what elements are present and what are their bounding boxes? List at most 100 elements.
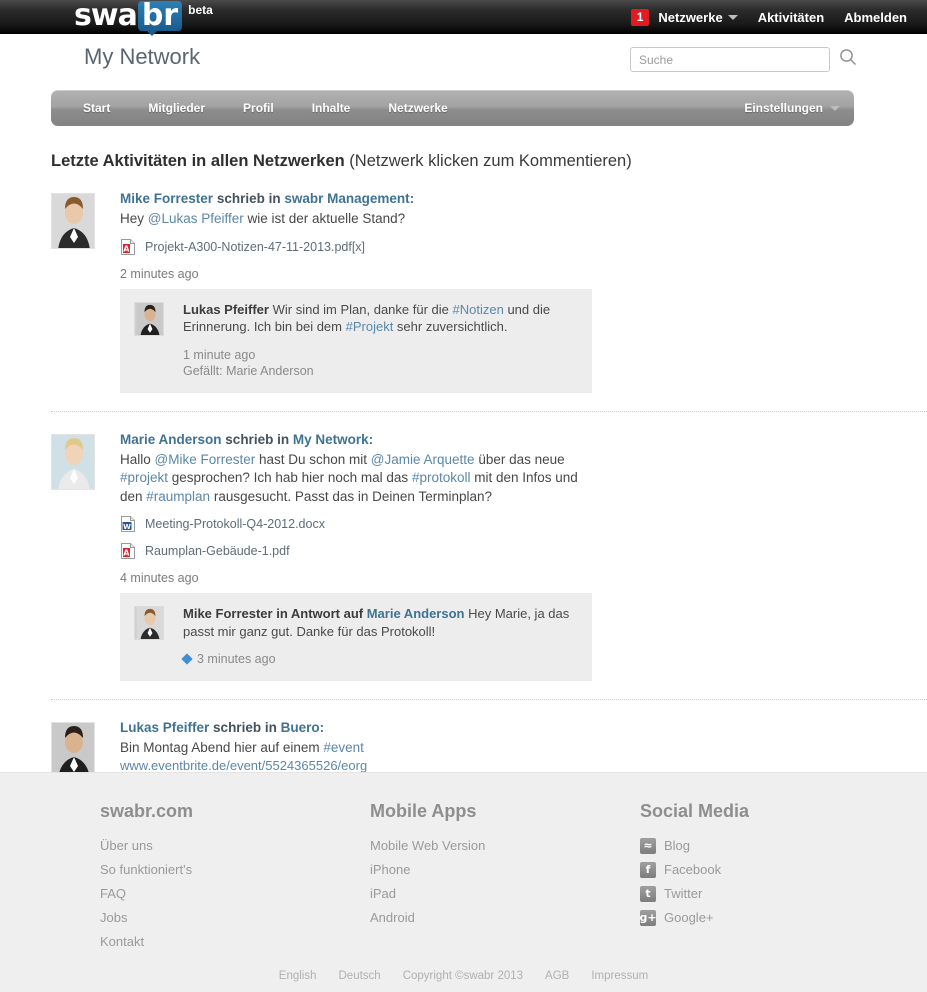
attachment-row[interactable]: W Meeting-Protokoll-Q4-2012.docx (120, 515, 917, 533)
mention-link[interactable]: @Jamie Arquette (371, 452, 475, 467)
topnav-item-abmelden[interactable]: Abmelden (844, 10, 907, 25)
topnav-item-netzwerke[interactable]: Netzwerke (658, 9, 738, 25)
comment-author[interactable]: Lukas Pfeiffer (183, 302, 269, 317)
feed-post[interactable]: Marie Anderson schrieb in My Network: Hal… (51, 410, 927, 692)
attachment-filename[interactable]: Raumplan-Gebäude-1.pdf (145, 544, 290, 558)
footer-social-link[interactable]: t Twitter (640, 882, 749, 906)
footer-link[interactable]: Kontakt (100, 930, 370, 954)
pdf-file-icon: A (120, 542, 136, 560)
comment-reply-target[interactable]: Marie Anderson (367, 606, 465, 621)
nav-item-profil[interactable]: Profil (229, 90, 288, 126)
hashtag-link[interactable]: #event (323, 740, 364, 755)
comment-meta: 1 minute ago Gefällt: Marie Anderson (183, 347, 578, 379)
feed-heading-bold: Letzte Aktivitäten in allen Netzwerken (51, 152, 345, 170)
search-area (630, 47, 857, 72)
post-verb: schrieb in (213, 720, 277, 735)
mike-forrester-avatar[interactable] (51, 193, 95, 249)
hashtag-link[interactable]: #projekt (120, 470, 168, 485)
search-icon[interactable] (839, 48, 857, 71)
footer-links-swabr: Über uns So funktioniert's FAQ Jobs Kontakt (100, 834, 370, 954)
post-body: Marie Anderson schrieb in My Network: Hal… (120, 430, 927, 681)
notification-badge[interactable]: 1 (630, 8, 650, 26)
post-timestamp: 2 minutes ago (120, 266, 199, 281)
mention-link[interactable]: @Lukas Pfeiffer (148, 211, 244, 226)
top-bar: swa br beta 1 Netzwerke Aktivitäten Abme… (0, 0, 927, 36)
post-text: Bin Montag Abend hier auf einem #event (120, 739, 590, 758)
navbar-settings[interactable]: Einstellungen (744, 90, 840, 126)
text-fragment: hast Du schon mit (255, 451, 371, 467)
footer-social-link[interactable]: ≈ Blog (640, 834, 749, 858)
post-text: Hey @Lukas Pfeiffer wie ist der aktuelle… (120, 210, 590, 229)
footer-bottom-link[interactable]: Deutsch (339, 970, 381, 982)
text-fragment: Hallo (120, 451, 155, 467)
hashtag-link[interactable]: #Notizen (453, 302, 504, 317)
marie-anderson-avatar[interactable] (51, 433, 95, 490)
footer-link[interactable]: FAQ (100, 882, 370, 906)
feed-heading: Letzte Aktivitäten in allen Netzwerken (… (51, 152, 927, 171)
search-input[interactable] (630, 47, 830, 72)
footer-social-label: Blog (664, 838, 691, 853)
post-author[interactable]: Marie Anderson (120, 432, 222, 447)
footer-link[interactable]: iPhone (370, 858, 640, 882)
comment-likes: Gefällt: Marie Anderson (183, 363, 314, 378)
post-link[interactable]: www.eventbrite.de/event/5524365526/eorg (120, 758, 917, 773)
copyright-text: Copyright ©swabr 2013 (402, 970, 524, 982)
logo-beta-label: beta (188, 3, 213, 17)
text-fragment: Bin Montag Abend hier auf einem (120, 740, 324, 755)
footer-bottom-link[interactable]: AGB (545, 970, 569, 982)
footer-heading-social: Social Media (640, 801, 750, 821)
feed-post[interactable]: Mike Forrester schrieb in swabr Manageme… (51, 171, 927, 403)
hashtag-link[interactable]: #Projekt (346, 319, 394, 334)
nav-item-start[interactable]: Start (69, 90, 124, 126)
facebook-icon: f (640, 862, 656, 878)
post-network[interactable]: My Network: (293, 432, 373, 447)
twitter-icon: t (640, 886, 656, 902)
attachment-row[interactable]: A Raumplan-Gebäude-1.pdf (120, 542, 917, 560)
comment-author[interactable]: Mike Forrester (183, 606, 273, 621)
hashtag-link[interactable]: #protokoll (412, 470, 471, 485)
nav-item-inhalte[interactable]: Inhalte (298, 90, 365, 126)
nav-item-netzwerke[interactable]: Netzwerke (374, 90, 461, 126)
footer-link[interactable]: So funktioniert's (100, 858, 370, 882)
topnav-item-aktivitaeten[interactable]: Aktivitäten (758, 10, 824, 25)
footer-social-links: ≈ Blog f Facebook t Twitter g+ Google+ (639, 834, 749, 930)
footer-link[interactable]: Über uns (100, 834, 370, 858)
post-author[interactable]: Lukas Pfeiffer (120, 720, 209, 735)
post-network[interactable]: swabr Management: (284, 191, 414, 206)
feed-list: Mike Forrester schrieb in swabr Manageme… (51, 171, 927, 851)
lukas-pfeiffer-avatar[interactable] (134, 301, 164, 336)
hashtag-link[interactable]: #raumplan (146, 489, 210, 504)
footer-link[interactable]: Android (370, 906, 640, 930)
pdf-file-icon: A (120, 238, 136, 256)
footer-link[interactable]: iPad (370, 882, 640, 906)
footer-link[interactable]: Jobs (100, 906, 370, 930)
footer-bottom-link[interactable]: English (279, 970, 317, 982)
comment[interactable]: Mike Forrester in Antwort auf Marie Ande… (120, 593, 592, 681)
footer-social-link[interactable]: g+ Google+ (639, 906, 749, 930)
topnav-label-netzwerke: Netzwerke (658, 9, 723, 25)
comment-meta: 3 minutes ago (181, 651, 578, 667)
post-network[interactable]: Buero: (281, 720, 325, 735)
lukas-pfeiffer-avatar[interactable] (51, 722, 95, 778)
footer-bottom-link[interactable]: Impressum (591, 970, 648, 982)
post-verb: schrieb in (225, 431, 290, 447)
footer-links-mobile: Mobile Web Version iPhone iPad Android (370, 834, 640, 930)
nav-item-mitglieder[interactable]: Mitglieder (134, 90, 219, 126)
swabr-logo[interactable]: swa br beta (74, 1, 213, 36)
attachment-filename[interactable]: Projekt-A300-Notizen-47-11-2013.pdf[x] (145, 240, 365, 254)
comment-timestamp: 3 minutes ago (197, 652, 276, 666)
mention-link[interactable]: @Mike Forrester (155, 452, 256, 467)
footer-social-link[interactable]: f Facebook (640, 858, 749, 882)
mike-forrester-avatar[interactable] (134, 606, 164, 640)
attachment-row[interactable]: A Projekt-A300-Notizen-47-11-2013.pdf[x] (120, 238, 917, 256)
comment-body: Lukas Pfeiffer Wir sind im Plan, danke f… (183, 301, 578, 379)
netzwerke-group[interactable]: 1 Netzwerke (630, 8, 738, 26)
attachment-filename[interactable]: Meeting-Protokoll-Q4-2012.docx (145, 517, 325, 531)
svg-text:A: A (123, 549, 130, 558)
footer-link[interactable]: Mobile Web Version (370, 834, 640, 858)
comment[interactable]: Lukas Pfeiffer Wir sind im Plan, danke f… (120, 288, 592, 393)
comment-text: Lukas Pfeiffer Wir sind im Plan, danke f… (183, 301, 578, 336)
post-author[interactable]: Mike Forrester (120, 191, 213, 206)
nav-item-einstellungen[interactable]: Einstellungen (744, 90, 823, 126)
comment-text: Mike Forrester in Antwort auf Marie Ande… (183, 605, 578, 640)
